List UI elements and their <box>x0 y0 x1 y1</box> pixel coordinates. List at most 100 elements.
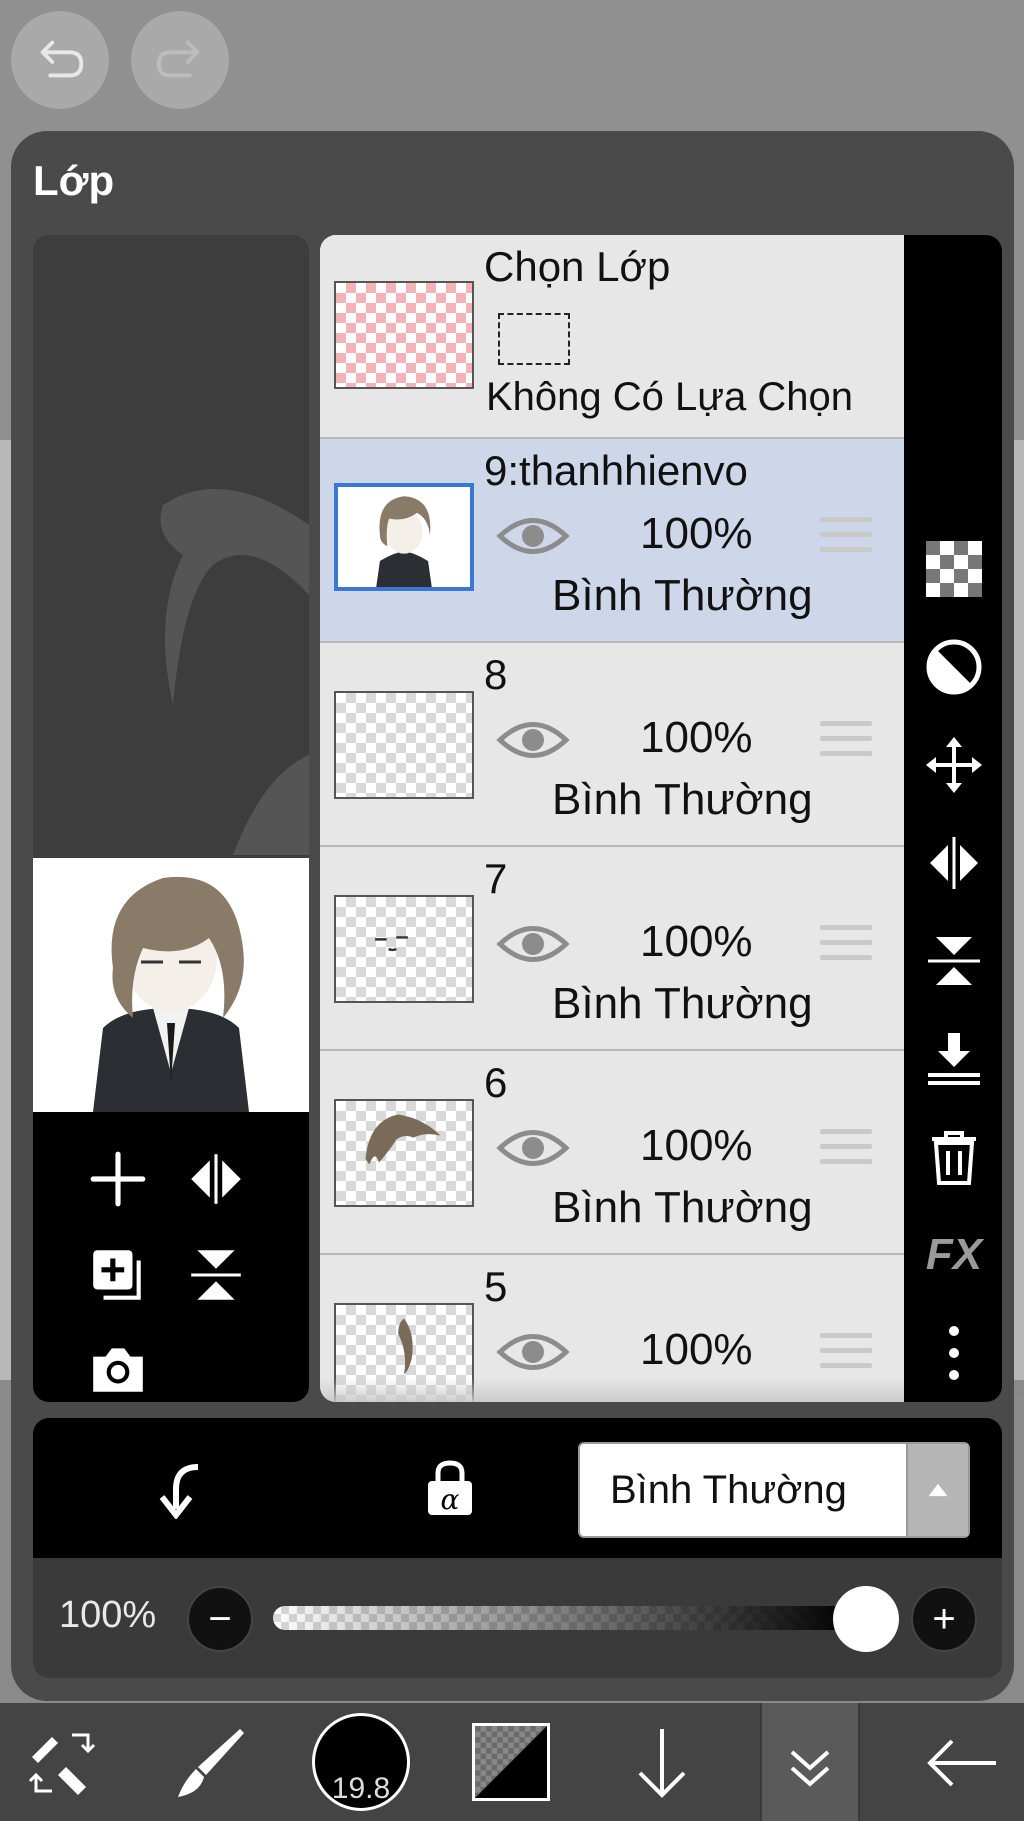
blend-mode-select[interactable]: Bình Thường <box>578 1442 970 1538</box>
undo-icon <box>40 40 84 78</box>
brush-tool-button[interactable] <box>160 1713 260 1813</box>
drag-handle-icon[interactable] <box>820 925 872 969</box>
selection-layer-thumbnail <box>334 281 474 389</box>
clipping-arrow-icon <box>159 1464 199 1519</box>
more-icon <box>949 1326 959 1380</box>
layer-name: 8 <box>484 651 508 698</box>
brush-icon <box>178 1729 244 1797</box>
blend-mode-bar: α Bình Thường <box>33 1418 1002 1558</box>
layer-blend-mode: Bình Thường <box>552 571 813 620</box>
svg-text:α: α <box>441 1483 460 1516</box>
fx-icon: FX <box>925 1230 983 1279</box>
layer-opacity: 100% <box>640 917 753 966</box>
drag-handle-icon[interactable] <box>820 1333 872 1377</box>
visibility-eye-icon[interactable] <box>496 1327 570 1377</box>
alpha-lock-button[interactable]: α <box>415 1454 485 1524</box>
selection-marquee-icon <box>498 313 570 365</box>
layer-opacity: 100% <box>640 1121 753 1170</box>
transform-tool-button[interactable] <box>12 1713 112 1813</box>
delete-layer-button[interactable] <box>924 1127 984 1187</box>
contrast-icon <box>926 639 982 695</box>
flip-vertical-side-button[interactable] <box>924 931 984 991</box>
brush-size-button[interactable]: 19.8 <box>312 1713 410 1811</box>
canvas-thumbnail <box>33 858 309 1112</box>
layer-side-toolbar: FX <box>904 235 1002 1402</box>
layer-thumbnail <box>334 1099 474 1207</box>
layer-row[interactable]: 7 100% Bình Thường <box>320 847 904 1051</box>
layer-opacity: 100% <box>640 509 753 558</box>
camera-button[interactable] <box>83 1334 153 1402</box>
color-swatch-icon <box>475 1726 547 1798</box>
layer-blend-mode: Bình Thường <box>552 775 813 824</box>
redo-icon <box>156 40 200 78</box>
layer-blend-mode: Bình Thường <box>552 979 813 1028</box>
visibility-eye-icon[interactable] <box>496 715 570 765</box>
bottom-toolbar: 19.8 <box>0 1703 1024 1821</box>
layer-opacity: 100% <box>640 713 753 762</box>
fx-button[interactable]: FX <box>924 1225 984 1285</box>
layer-blend-mode: Bình Thường <box>552 1183 813 1232</box>
duplicate-layer-button[interactable] <box>83 1240 153 1310</box>
selection-status: Không Có Lựa Chọn <box>486 375 854 419</box>
layer-preview-area <box>33 235 309 1402</box>
dropdown-arrow-icon <box>906 1444 968 1536</box>
flip-horizontal-icon <box>930 837 978 889</box>
visibility-eye-icon[interactable] <box>496 919 570 969</box>
checkerboard-icon <box>926 541 982 597</box>
undo-button[interactable] <box>11 11 109 109</box>
add-layer-button[interactable] <box>83 1144 153 1214</box>
clipping-button[interactable] <box>143 1454 213 1524</box>
flip-vertical-icon <box>191 1250 241 1300</box>
back-button[interactable] <box>912 1713 1012 1813</box>
transparency-lock-button[interactable] <box>924 539 984 599</box>
more-options-button[interactable] <box>924 1323 984 1383</box>
opacity-decrease-button[interactable]: − <box>187 1586 253 1652</box>
layer-list[interactable]: Chọn Lớp Không Có Lựa Chọn 9:thanhhienvo… <box>320 235 904 1402</box>
layer-row[interactable]: 8 100% Bình Thường <box>320 643 904 847</box>
merge-down-button[interactable] <box>924 1029 984 1089</box>
move-icon <box>926 737 982 793</box>
arrow-down-icon <box>638 1729 686 1798</box>
flip-horizontal-side-button[interactable] <box>924 833 984 893</box>
layer-name: 7 <box>484 855 508 902</box>
double-chevron-down-icon <box>790 1750 830 1787</box>
drag-handle-icon[interactable] <box>820 517 872 561</box>
layers-toggle-button[interactable] <box>760 1703 860 1821</box>
drag-handle-icon[interactable] <box>820 721 872 765</box>
visibility-eye-icon[interactable] <box>496 1123 570 1173</box>
layer-mini-tools <box>33 1112 309 1402</box>
alpha-lock-icon: α <box>428 1460 472 1516</box>
layer-panel: Lớp Chọn Lớp Không Có Lựa Chọn 9:thanhhi… <box>11 131 1014 1701</box>
selection-layer-row[interactable]: Chọn Lớp Không Có Lựa Chọn <box>320 235 904 439</box>
plus-icon: + <box>932 1596 956 1641</box>
brush-size-value: 19.8 <box>331 1772 391 1805</box>
redo-button[interactable] <box>131 11 229 109</box>
opacity-bar: 100% − + <box>33 1558 1002 1678</box>
flip-vertical-icon <box>928 937 980 985</box>
flip-horizontal-button[interactable] <box>181 1144 251 1214</box>
opacity-slider-knob[interactable] <box>833 1586 899 1652</box>
layer-thumbnail <box>334 483 474 591</box>
trash-icon <box>932 1131 976 1185</box>
visibility-eye-icon[interactable] <box>496 511 570 561</box>
brush-eraser-swap-icon <box>28 1733 96 1795</box>
layer-row[interactable]: 6 100% Bình Thường <box>320 1051 904 1255</box>
canvas-ghost-preview <box>160 489 309 855</box>
opacity-increase-button[interactable]: + <box>911 1586 977 1652</box>
color-swatch-button[interactable] <box>472 1723 550 1801</box>
list-scroll-fade <box>320 1378 904 1402</box>
invert-button[interactable] <box>924 637 984 697</box>
layer-thumbnail <box>334 895 474 1003</box>
opacity-value: 100% <box>59 1594 157 1636</box>
blend-mode-value: Bình Thường <box>610 1468 847 1512</box>
opacity-slider-track[interactable] <box>273 1606 853 1630</box>
move-button[interactable] <box>924 735 984 795</box>
layer-row[interactable]: 9:thanhhienvo 100% Bình Thường <box>320 439 904 643</box>
flip-vertical-button[interactable] <box>181 1240 251 1310</box>
selection-layer-title: Chọn Lớp <box>484 243 671 290</box>
layer-name: 6 <box>484 1059 508 1106</box>
layer-opacity: 100% <box>640 1325 753 1374</box>
merge-down-icon <box>928 1033 980 1085</box>
layer-down-button[interactable] <box>612 1713 712 1813</box>
drag-handle-icon[interactable] <box>820 1129 872 1173</box>
